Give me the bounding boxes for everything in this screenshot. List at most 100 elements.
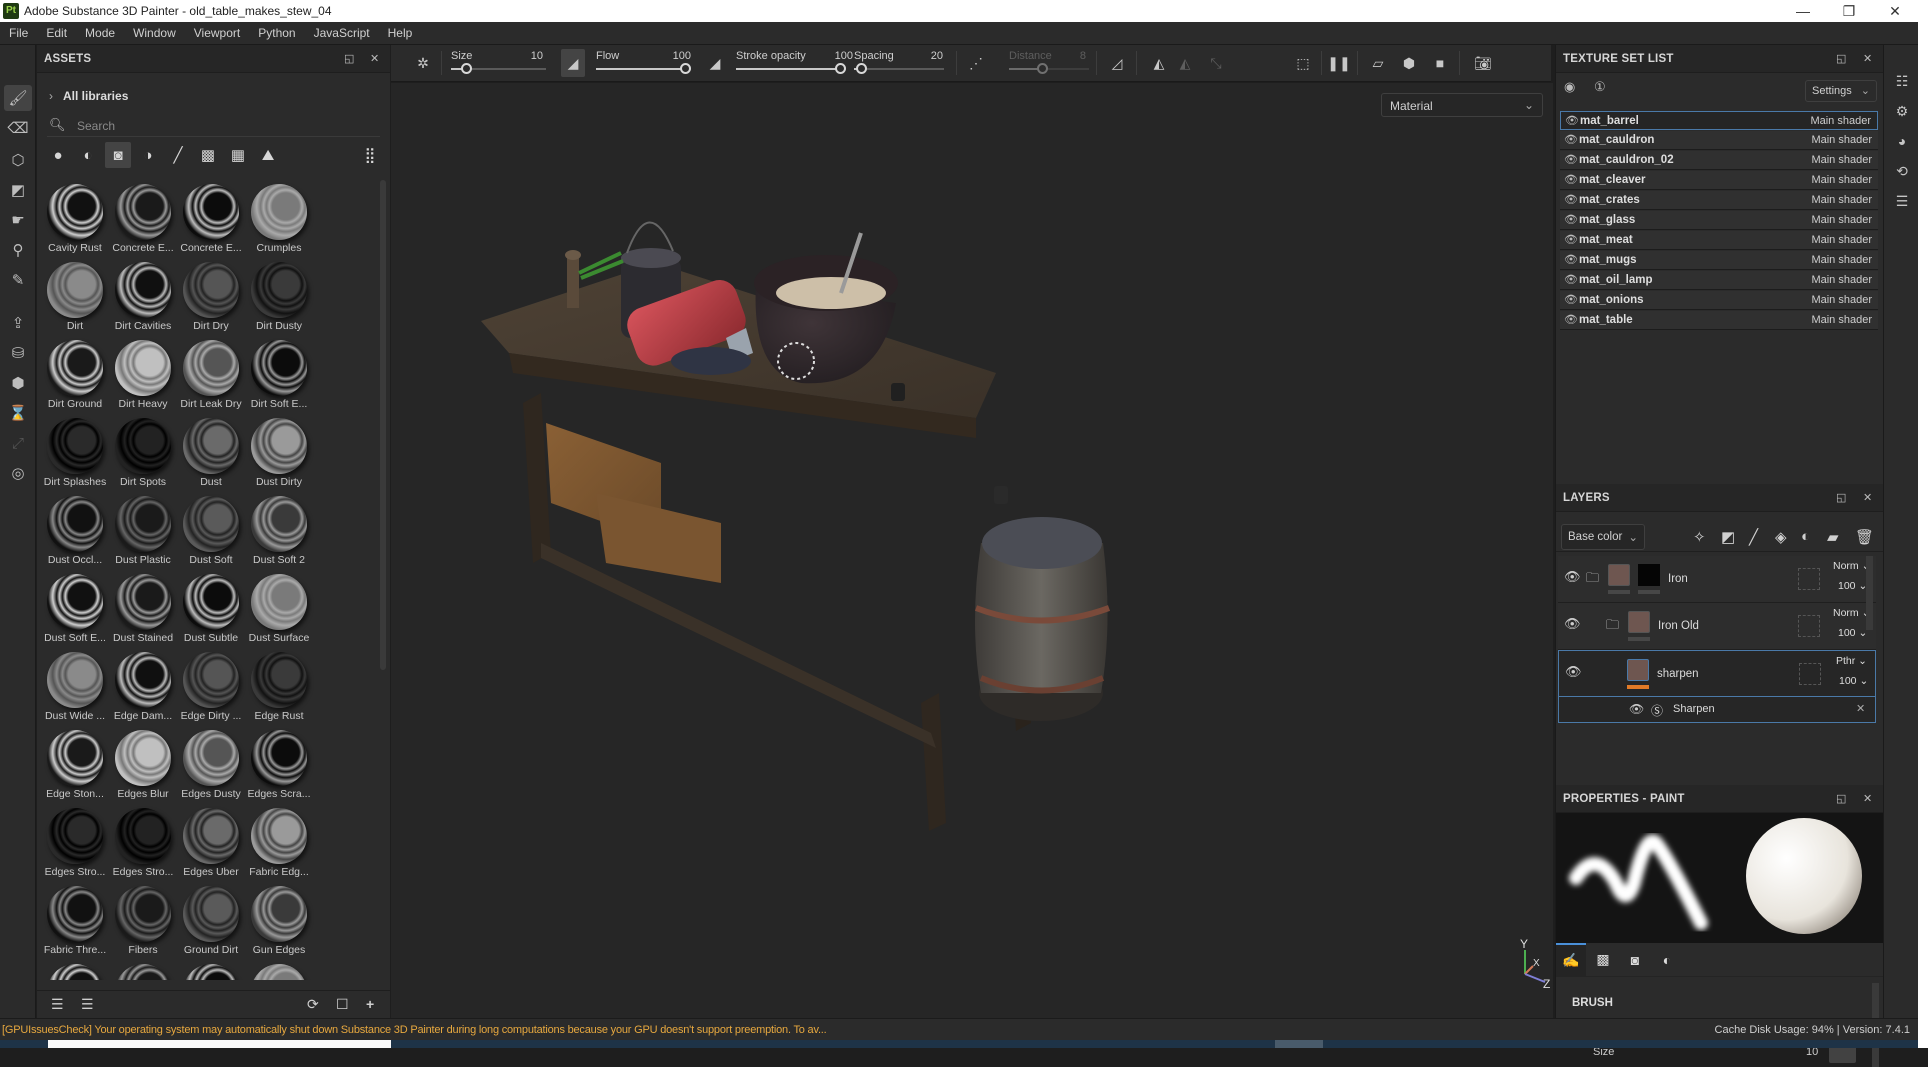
brush-filter-icon[interactable]: ╱ <box>165 142 191 168</box>
asset-item[interactable]: Gun Edges <box>245 882 313 960</box>
layer-opacity[interactable]: 100 ⌄ <box>1838 580 1867 592</box>
clone-stamp-icon[interactable]: ⚲ <box>4 237 32 263</box>
tab-material[interactable]: ◐ <box>1652 943 1682 976</box>
flow-pressure-icon[interactable]: ◢ <box>703 51 727 75</box>
asset-item[interactable]: Dust Stained <box>109 570 177 648</box>
taskbar-item[interactable] <box>1275 1040 1323 1048</box>
solo-icon[interactable]: ① <box>1594 79 1606 95</box>
shader-name[interactable]: Main shader <box>1811 194 1872 206</box>
add-fill-layer-icon[interactable]: ◈ <box>1775 528 1787 546</box>
shader-name[interactable]: Main shader <box>1811 294 1872 306</box>
asset-item[interactable]: Edge Rust <box>245 648 313 726</box>
eye-icon[interactable]: 👁︎ <box>1564 173 1578 186</box>
texture-filter-icon[interactable]: ▦ <box>225 142 251 168</box>
texture-set-row[interactable]: 👁︎ mat_oil_lamp Main shader <box>1560 271 1878 290</box>
mask-thumbnail[interactable] <box>1638 564 1660 586</box>
eye-icon[interactable]: 👁︎ <box>1564 616 1581 632</box>
eye-icon[interactable]: 👁︎ <box>1629 702 1644 716</box>
projection-icon[interactable]: ⬡ <box>4 147 32 173</box>
polygon-fill-icon[interactable]: ◩ <box>4 177 32 203</box>
history-icon[interactable]: ⟲ <box>1891 160 1913 182</box>
assets-scrollbar[interactable] <box>380 180 386 670</box>
asset-item[interactable]: Crumples <box>245 180 313 258</box>
shader-name[interactable]: Main shader <box>1811 154 1872 166</box>
undock-icon[interactable]: ◱ <box>1836 52 1846 65</box>
menu-javascript[interactable]: JavaScript <box>305 22 379 45</box>
eye-icon[interactable]: 👁︎ <box>1564 213 1578 226</box>
asset-item[interactable]: Edges Stro... <box>41 804 109 882</box>
asset-item[interactable]: Edges Uber <box>177 804 245 882</box>
shader-name[interactable]: Main shader <box>1811 274 1872 286</box>
symmetry-settings-icon[interactable]: ◭ <box>1173 51 1197 75</box>
eye-icon[interactable]: 👁︎ <box>1564 233 1578 246</box>
eye-icon[interactable]: 👁︎ <box>1564 569 1581 585</box>
asset-item[interactable]: Dirt Dusty <box>245 258 313 336</box>
asset-item[interactable]: Dirt Cavities <box>109 258 177 336</box>
eye-icon[interactable]: 👁︎ <box>1564 193 1578 206</box>
eye-icon[interactable]: 👁︎ <box>1565 664 1582 680</box>
gpu-warning[interactable]: [GPUIssuesCheck] Your operating system m… <box>2 1024 827 1036</box>
menu-viewport[interactable]: Viewport <box>185 22 249 45</box>
asset-item[interactable]: Ground Dirt <box>177 882 245 960</box>
asset-item[interactable]: Concrete E... <box>109 180 177 258</box>
uv-icon[interactable]: ⬢ <box>4 370 32 396</box>
asset-item[interactable]: Dust Subtle <box>177 570 245 648</box>
asset-item[interactable]: Dirt Spots <box>109 414 177 492</box>
asset-item[interactable]: Dirt <box>41 258 109 336</box>
asset-item[interactable]: Edge Dirty ... <box>177 648 245 726</box>
undock-icon[interactable]: ◱ <box>1836 491 1846 504</box>
asset-item[interactable]: Dust Dirty <box>245 414 313 492</box>
size-pressure-icon[interactable]: ◢ <box>561 49 585 77</box>
texture-set-row[interactable]: 👁︎ mat_cleaver Main shader <box>1560 171 1878 190</box>
asset-item[interactable]: Dirt Leak Dry <box>177 336 245 414</box>
add-effect-icon[interactable]: ✧ <box>1693 528 1706 546</box>
channel-dropdown[interactable]: Base color ⌄ <box>1561 524 1645 550</box>
effect-row[interactable]: 👁︎ Ⓢ Sharpen ✕ <box>1558 697 1876 723</box>
asset-item[interactable]: Dust <box>177 414 245 492</box>
visibility-toggle-icon[interactable]: ◉ <box>1564 79 1575 95</box>
shader-name[interactable]: Main shader <box>1811 134 1872 146</box>
shader-name[interactable]: Main shader <box>1811 314 1872 326</box>
asset-item[interactable]: Dirt Heavy <box>109 336 177 414</box>
shader-name[interactable]: Main shader <box>1811 214 1872 226</box>
layers-scrollbar[interactable] <box>1866 556 1873 630</box>
texture-set-row[interactable]: 👁︎ mat_onions Main shader <box>1560 291 1878 310</box>
shader-name[interactable]: Main shader <box>1811 234 1872 246</box>
asset-item[interactable]: Edges Stro... <box>109 804 177 882</box>
texture-set-row[interactable]: 👁︎ mat_barrel Main shader <box>1560 111 1878 130</box>
asset-item[interactable]: Dust Surface <box>245 570 313 648</box>
asset-item[interactable]: Dust Wide ... <box>41 648 109 726</box>
asset-item[interactable] <box>41 960 109 980</box>
asset-item[interactable] <box>245 960 313 980</box>
menu-python[interactable]: Python <box>249 22 304 45</box>
menu-file[interactable]: File <box>0 22 37 45</box>
close-panel-icon[interactable]: ✕ <box>1863 491 1872 504</box>
delete-layer-icon[interactable]: 🗑︎ <box>1855 528 1874 546</box>
eraser-icon[interactable]: ⌫ <box>4 115 32 141</box>
asset-item[interactable]: Edge Dam... <box>109 648 177 726</box>
asset-item[interactable]: Edges Dusty <box>177 726 245 804</box>
tab-alpha[interactable]: ▩ <box>1588 943 1618 976</box>
smudge-icon[interactable]: ☛ <box>4 207 32 233</box>
brush-preset-icon[interactable]: ✲ <box>411 51 435 75</box>
symmetry-icon[interactable]: ◭ <box>1147 51 1171 75</box>
texture-set-row[interactable]: 👁︎ mat_crates Main shader <box>1560 191 1878 210</box>
close-panel-icon[interactable]: ✕ <box>1863 792 1872 805</box>
shader-settings-icon[interactable]: ◕ <box>1891 130 1913 152</box>
iray-icon[interactable]: ◎ <box>4 460 32 486</box>
add-mask-icon[interactable]: ◩ <box>1721 528 1735 546</box>
flow-value[interactable]: 100 <box>661 50 691 62</box>
maximize-button[interactable]: ❐ <box>1826 0 1872 22</box>
alignment-icon[interactable]: ◿ <box>1105 51 1129 75</box>
asset-item[interactable]: Dust Soft E... <box>41 570 109 648</box>
asset-item[interactable]: Dust Soft <box>177 492 245 570</box>
asset-item[interactable]: Concrete E... <box>177 180 245 258</box>
texture-set-row[interactable]: 👁︎ mat_cauldron_02 Main shader <box>1560 151 1878 170</box>
eye-icon[interactable]: 👁︎ <box>1564 153 1578 166</box>
menu-help[interactable]: Help <box>379 22 422 45</box>
add-asset-icon[interactable]: + <box>366 996 374 1012</box>
paint-brush-icon[interactable]: 🖌 <box>4 85 32 111</box>
asset-item[interactable]: Dirt Dry <box>177 258 245 336</box>
asset-item[interactable]: Fabric Thre... <box>41 882 109 960</box>
asset-item[interactable]: Dust Plastic <box>109 492 177 570</box>
